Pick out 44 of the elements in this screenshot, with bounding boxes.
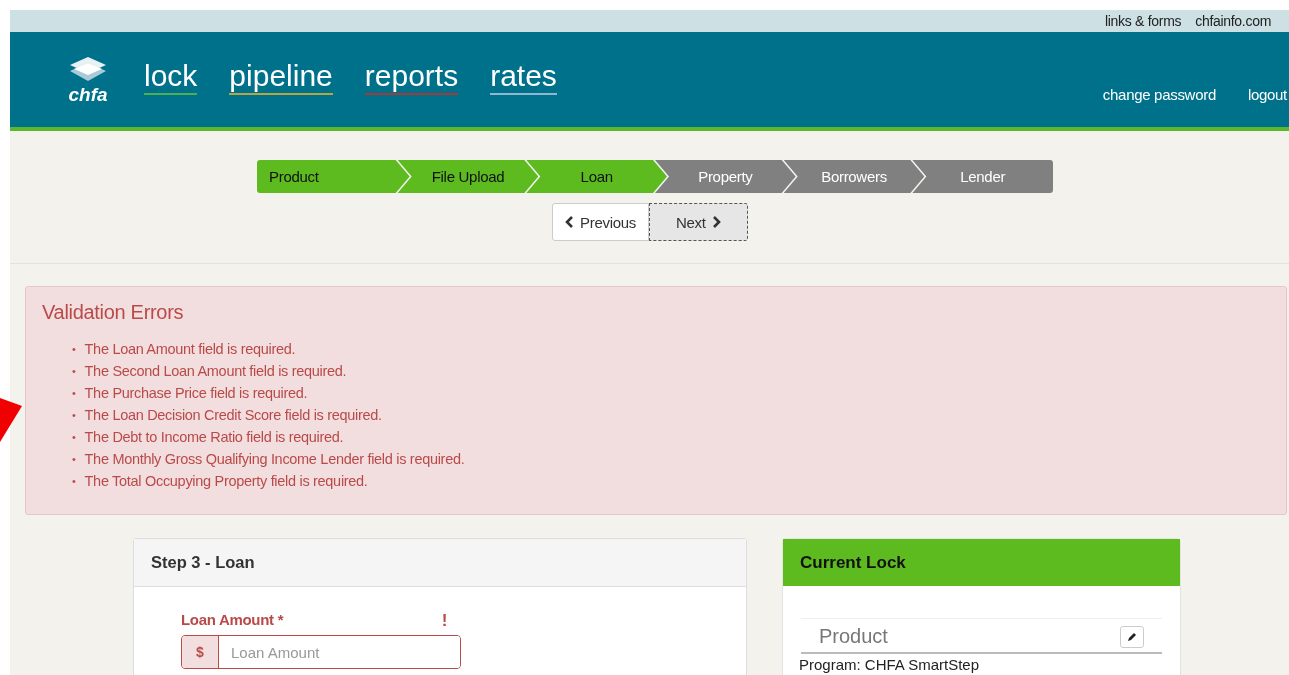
list-bullet: • — [72, 386, 76, 401]
top-link[interactable]: links & forms — [1105, 13, 1182, 29]
chevron-left-icon — [565, 216, 574, 228]
error-message: The Loan Amount field is required. — [84, 340, 296, 359]
error-message: The Purchase Price field is required. — [84, 384, 308, 403]
pager-button[interactable]: Next — [648, 203, 748, 241]
chevron-right-icon — [711, 216, 721, 228]
error-message: The Monthly Gross Qualifying Income Lender field is required. — [84, 450, 465, 469]
section-title: Product — [819, 625, 888, 648]
account-link[interactable]: change password — [1102, 86, 1216, 103]
account-link[interactable]: logout — [1247, 86, 1287, 103]
list-bullet: • — [72, 474, 76, 489]
program-text: Program: CHFA SmartStep — [799, 656, 981, 673]
progress-step[interactable]: Property — [655, 160, 796, 193]
error-message: The Debt to Income Ratio field is required. — [84, 428, 344, 447]
nav-link[interactable]: rates — [490, 60, 557, 95]
error-mark: ! — [441, 611, 448, 631]
list-bullet: • — [72, 364, 76, 379]
list-bullet: • — [72, 430, 76, 445]
edit-button[interactable] — [1120, 625, 1144, 648]
top-link[interactable]: chfainfo.com — [1195, 13, 1271, 29]
progress-step[interactable]: Product — [257, 160, 410, 193]
loan-amount-field[interactable]: $ Loan Amount — [181, 635, 461, 669]
logo-text[interactable]: chfa — [68, 84, 108, 105]
error-message: The Loan Decision Credit Score field is required. — [84, 406, 382, 425]
pointer-arrow-icon — [0, 398, 22, 442]
progress-step[interactable]: Borrowers — [783, 160, 925, 193]
progress-step[interactable]: Loan — [526, 160, 667, 193]
card-title: Step 3 - Loan — [151, 553, 255, 572]
nav-link[interactable]: lock — [144, 60, 198, 95]
pencil-icon — [1127, 631, 1137, 642]
list-bullet: • — [72, 408, 76, 423]
list-bullet: • — [72, 342, 76, 357]
alert-title: Validation Errors — [42, 301, 185, 324]
progress-step[interactable]: File Upload — [397, 160, 539, 193]
progress-step[interactable]: Lender — [912, 160, 1054, 193]
card-title: Current Lock — [800, 552, 906, 573]
error-message: The Total Occupying Property field is required. — [84, 472, 368, 491]
nav-link[interactable]: reports — [364, 60, 459, 95]
list-bullet: • — [72, 452, 76, 467]
field-label: Loan Amount * — [181, 611, 284, 630]
error-message: The Second Loan Amount field is required. — [84, 362, 347, 381]
pager-button[interactable]: Previous — [552, 203, 649, 241]
nav-link[interactable]: pipeline — [229, 60, 333, 95]
